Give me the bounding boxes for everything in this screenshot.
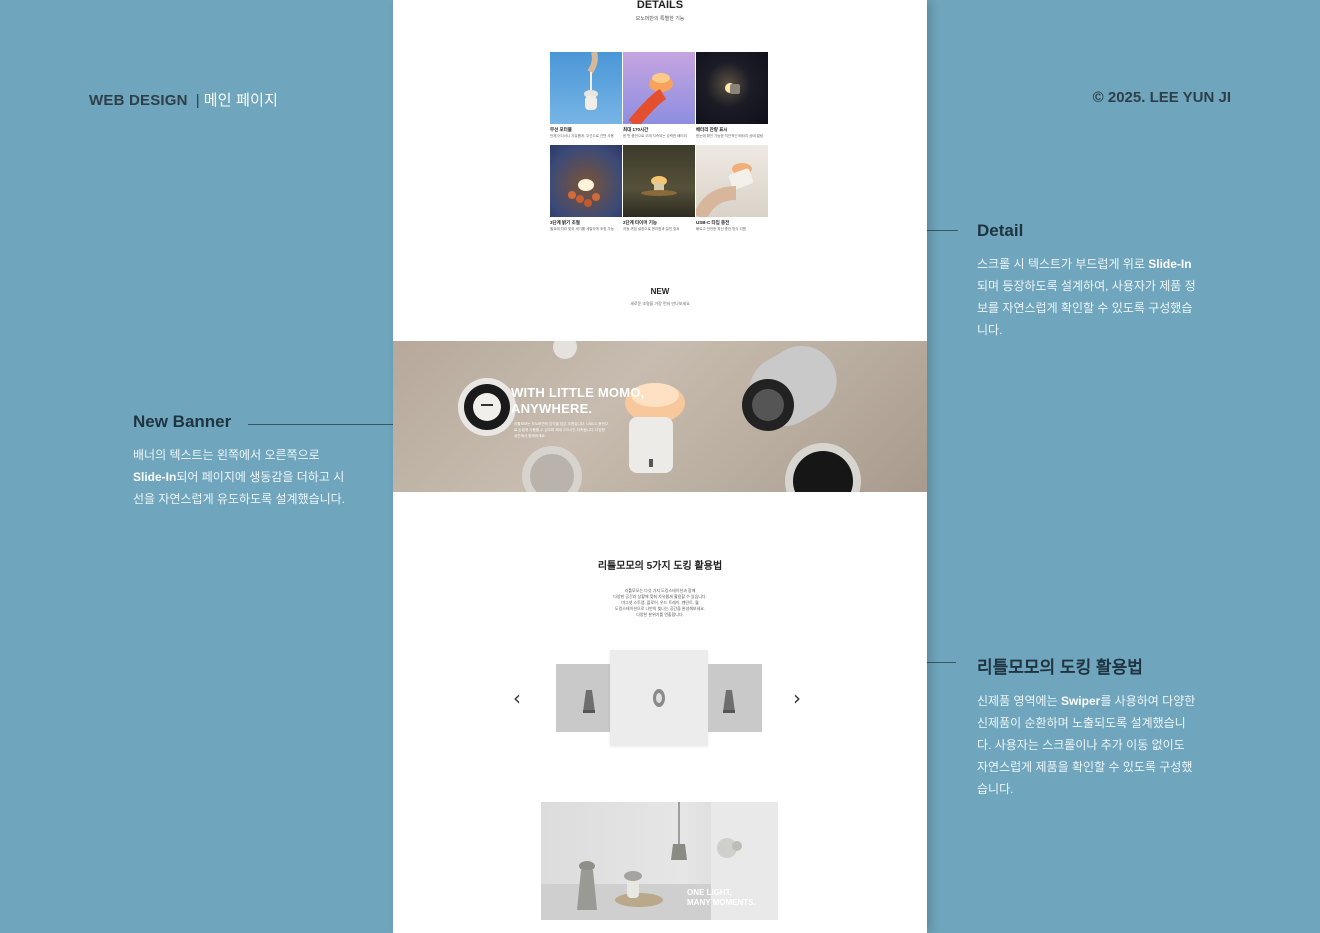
- timer-photo: [623, 145, 695, 217]
- banner-heading: WITH LITTLE MOMO, ANYWHERE.: [511, 385, 644, 417]
- docking-desc: 신제품 영역에는 Swiper를 사용하여 다양한 신제품이 순환하며 노출되도…: [977, 694, 1196, 796]
- header-separator: |: [195, 92, 200, 109]
- swiper-prev-arrow[interactable]: ‹: [513, 688, 521, 708]
- website-mockup: DETAILS 모노머만의 특별한 기능 무선 포터블 언제 어디서나 자유롭게…: [393, 0, 927, 933]
- grid-item: 2단계 타이머 기능 자동 꺼짐 설정으로 편리함과 절전 효과: [623, 145, 695, 232]
- web-design-label: WEB DESIGN: [89, 92, 188, 109]
- docking-annotation: 리틀모모의 도킹 활용법 신제품 영역에는 Swiper를 사용하여 다양한 신…: [977, 653, 1197, 800]
- details-title: DETAILS: [636, 0, 684, 11]
- grid-desc: 언제 어디서나 자유롭게, 무선으로 간편 사용: [550, 134, 614, 138]
- banner-heading-line2: ANYWHERE.: [511, 401, 593, 416]
- details-subtitle: 모노머만의 특별한 기능: [635, 16, 685, 22]
- grid-desc: 빠르고 안전한 최신 충전 방식 지원: [696, 227, 746, 231]
- grid-desc: 한 번 충전으로 오래 지속되는 강력한 배터리: [623, 134, 687, 138]
- grid-item: 배터리 잔량 표시 한눈에 확인 가능한 직관적인 배터리 상태 알림: [696, 52, 768, 139]
- battery-photo: [623, 52, 695, 124]
- grid-caption: 무선 포터블: [550, 127, 572, 132]
- swiper-slide-active[interactable]: [610, 650, 708, 746]
- photo-caption: ONE LIGHT, MANY MOMENTS.: [687, 888, 756, 908]
- swiper-next-arrow[interactable]: ›: [793, 688, 801, 708]
- banner-desc: 배너의 텍스트는 왼쪽에서 오른쪽으로 Slide-In되어 페이지에 생동감을…: [133, 448, 346, 506]
- docking-section-desc: 리틀모모는 다섯 가지 도킹스테이션과 함께 다양한 공간과 상황에 맞춰 자유…: [393, 588, 927, 618]
- new-banner: WITH LITTLE MOMO, ANYWHERE. 리틀모모는 모노머만의 감…: [393, 341, 927, 492]
- detail-annotation: Detail 스크롤 시 텍스트가 부드럽게 위로 Slide-In되며 등장하…: [977, 221, 1197, 341]
- grid-caption: 최대 170시간: [623, 127, 649, 132]
- header-left: WEB DESIGN | 메인 페이지: [89, 89, 278, 110]
- product-swiper[interactable]: ‹ ›: [393, 650, 927, 750]
- grid-caption: 3단계 밝기 조절: [550, 220, 580, 225]
- grid-item: USB-C 타입 충전 빠르고 안전한 최신 충전 방식 지원: [696, 145, 768, 232]
- docking-section-title: 리틀모모의 5가지 도킹 활용법: [597, 561, 723, 572]
- banner-illustration: [458, 341, 861, 492]
- swiper-slide[interactable]: [556, 664, 610, 732]
- photo-caption-line2: MANY MOMENTS.: [687, 898, 756, 907]
- detail-desc: 스크롤 시 텍스트가 부드럽게 위로 Slide-In되며 등장하도록 설계하여…: [977, 257, 1196, 337]
- banner-heading-line1: WITH LITTLE MOMO,: [511, 385, 645, 400]
- banner-title: New Banner: [133, 412, 232, 431]
- detail-title: Detail: [977, 221, 1024, 240]
- banner-body: 리틀모모는 모노머만의 감각을 담은 조명입니다. USB-C 충전으로 손쉽게…: [514, 422, 609, 438]
- brightness-photo: [550, 145, 622, 217]
- grid-desc: 자동 꺼짐 설정으로 편리함과 절전 효과: [623, 227, 680, 231]
- indicator-photo: [696, 52, 768, 124]
- new-title: NEW: [650, 287, 670, 296]
- grid-desc: 필요에 따라 빛의 세기를 세밀하게 조정 가능: [550, 227, 614, 231]
- wireless-photo: [550, 52, 622, 124]
- docking-title: 리틀모모의 도킹 활용법: [977, 658, 1143, 677]
- swiper-slide[interactable]: [708, 664, 762, 732]
- grid-item: 최대 170시간 한 번 충전으로 오래 지속되는 강력한 배터리: [623, 52, 695, 139]
- usbc-photo: [696, 145, 768, 217]
- new-subtitle: 새로운 조명을 가장 먼저 만나보세요: [630, 301, 690, 306]
- docking-desc-line: 다양한 분위기를 연출합니다.: [636, 612, 684, 617]
- grid-item: 3단계 밝기 조절 필요에 따라 빛의 세기를 세밀하게 조정 가능: [550, 145, 622, 232]
- banner-annotation: New Banner 배너의 텍스트는 왼쪽에서 오른쪽으로 Slide-In되…: [133, 412, 349, 510]
- grid-caption: USB-C 타입 충전: [696, 220, 730, 225]
- grid-caption: 배터리 잔량 표시: [696, 127, 728, 132]
- photo-caption-line1: ONE LIGHT,: [687, 888, 732, 897]
- grid-item: 무선 포터블 언제 어디서나 자유롭게, 무선으로 간편 사용: [550, 52, 622, 139]
- copyright: © 2025. LEE YUN JI: [1092, 89, 1231, 106]
- grid-desc: 한눈에 확인 가능한 직관적인 배터리 상태 알림: [696, 134, 764, 138]
- one-light-photo: ONE LIGHT, MANY MOMENTS.: [541, 802, 778, 920]
- page-label: 메인 페이지: [203, 92, 279, 109]
- grid-caption: 2단계 타이머 기능: [623, 220, 657, 225]
